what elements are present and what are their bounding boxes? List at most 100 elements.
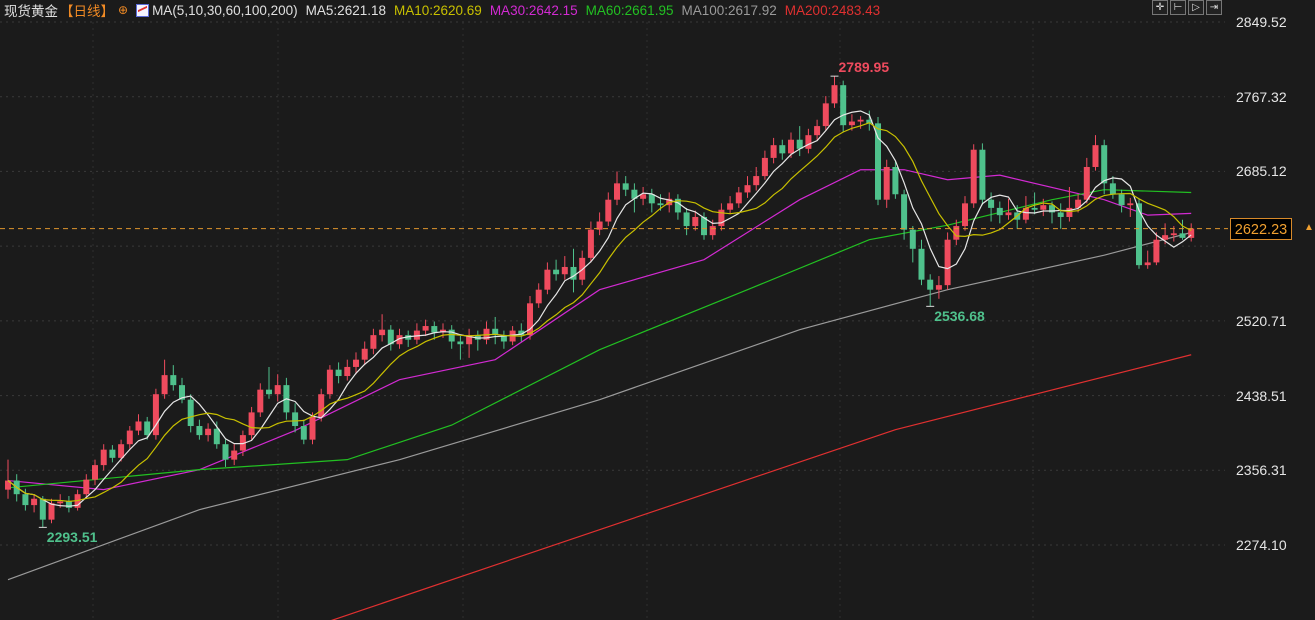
candle-up [1040,205,1047,210]
candle-down [840,85,847,126]
candle-up [848,121,855,126]
candle-down [292,412,299,427]
candle-up [535,289,542,304]
candle-up [614,183,620,200]
ma10-value: MA10:2620.69 [393,2,482,18]
candle-down [1179,233,1186,238]
candle-down [927,279,934,290]
candle-down [892,166,899,195]
candle-down [553,269,560,275]
candle-down [657,203,664,206]
ma-indicator-icon[interactable] [136,3,150,17]
candle-down [457,341,464,345]
candle-up [805,135,812,149]
candle-down [144,421,151,436]
candle-up [100,449,107,466]
candle-up [692,216,699,227]
candle-down [901,194,908,230]
candle-up [1005,212,1012,216]
candle-up [1066,207,1073,217]
candle-up [587,229,594,258]
candle-up [370,335,377,349]
candle-down [213,428,220,445]
instrument-title: 现货黄金 [4,4,58,19]
candle-up [1170,233,1177,236]
candle-down [875,123,881,200]
candle-down [22,494,29,506]
candle-up [118,444,125,458]
candle-up [770,145,777,158]
candle-down [1101,145,1108,184]
ma5-line [7,110,1192,507]
candlestick-chart[interactable] [0,0,1315,620]
candle-up [326,369,333,395]
ma5-value: MA5:2621.18 [305,2,386,18]
candle-down [170,375,177,386]
candle-up [753,176,760,186]
ma200-line [330,354,1192,620]
ma60-value: MA60:2661.95 [585,2,674,18]
candle-down [918,248,925,280]
ma-definition[interactable]: MA(5,10,30,60,100,200) [152,3,298,18]
crosshair-settings-icon[interactable]: ⊕ [118,3,128,17]
jump-to-end-icon[interactable]: ⇥ [1206,0,1222,15]
candle-down [1136,203,1142,266]
candle-down [979,149,986,200]
price-tick-label: 2685.12 [1236,163,1287,180]
candle-up [544,269,551,290]
candle-down [909,229,916,249]
candle-down [1057,212,1064,217]
candle-down [222,444,229,460]
low-price-annotation: 2536.68 [934,308,985,325]
candle-down [1109,183,1116,195]
chart-header: 现货黄金 【日线】 ⊕ MA(5,10,30,60,100,200) MA5:2… [4,0,888,20]
ma10-line [7,122,1192,502]
price-tick-label: 2767.32 [1236,88,1287,105]
candle-up [126,430,133,445]
candle-down [187,399,194,427]
chart-toolbar: ✛ ⊢ ▷ ⇥ [1152,0,1222,15]
ma30-value: MA30:2642.15 [489,2,578,18]
ma100-line [7,231,1192,581]
candle-up [788,139,794,154]
candle-up [1153,239,1160,263]
candle-up [257,389,264,413]
candle-down [1031,207,1038,210]
candle-up [248,412,255,436]
candle-down [996,207,1003,216]
candle-up [744,185,751,193]
price-tick-label: 2849.52 [1236,14,1287,30]
price-tick-label: 2438.51 [1236,387,1287,404]
candle-up [883,166,890,200]
candle-up [135,421,142,431]
candle-up [709,226,716,236]
scroll-up-arrow-icon[interactable]: ▲ [1304,222,1314,233]
candle-up [822,103,829,127]
candle-up [962,203,968,227]
candle-up [857,119,864,122]
candle-up [727,203,734,210]
candle-up [83,479,90,495]
ma200-value: MA200:2483.43 [784,2,881,18]
candle-down [65,501,72,508]
candle-down [648,194,655,204]
candle-up [970,149,977,204]
play-icon[interactable]: ▷ [1188,0,1204,15]
candle-up [318,394,325,417]
candle-down [335,369,342,377]
candle-down [622,183,629,190]
candle-up [422,326,429,331]
candle-up [379,329,386,336]
crosshair-icon[interactable]: ✛ [1152,0,1168,15]
price-tick-label: 2520.71 [1236,312,1287,329]
zoom-to-start-icon[interactable]: ⊢ [1170,0,1186,15]
candle-up [344,366,351,377]
candle-up [561,266,568,275]
candle-up [57,501,64,504]
high-price-annotation: 2789.95 [838,59,890,76]
period-selector[interactable]: 【日线】 [60,0,114,20]
candle-down [988,199,995,208]
candle-up [831,85,838,104]
candle-down [300,426,307,440]
candle-up [309,416,316,440]
